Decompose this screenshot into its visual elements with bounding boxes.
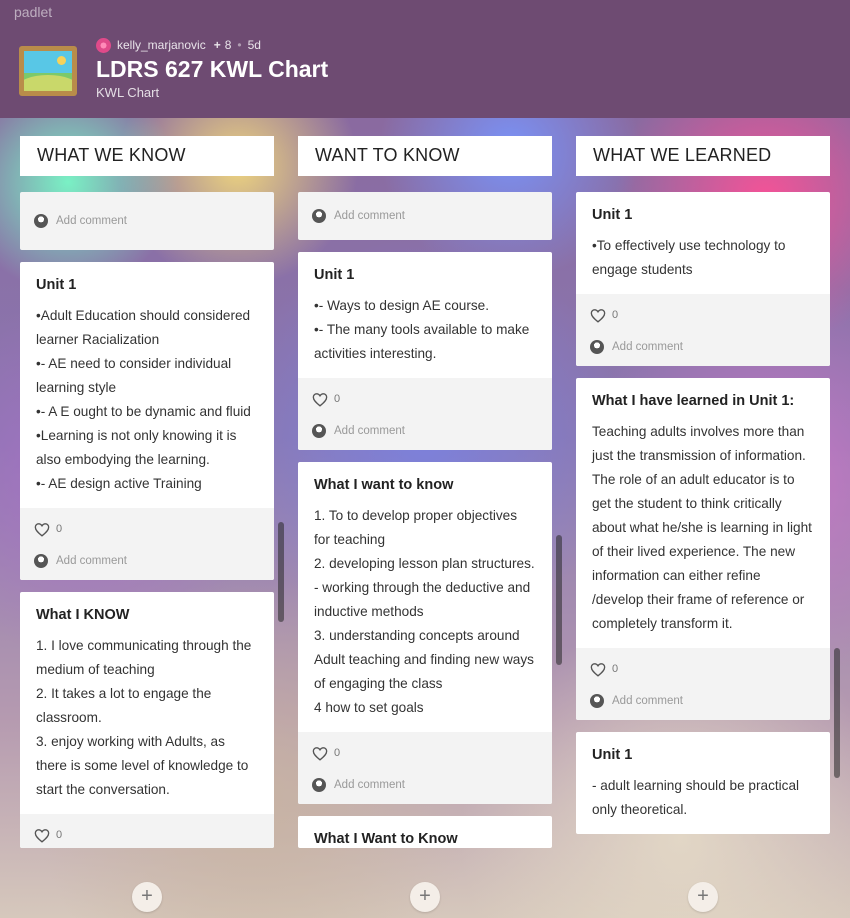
add-post-button[interactable]: + bbox=[132, 882, 162, 912]
post-footer: 0 Add comment bbox=[576, 294, 830, 366]
column-header-want[interactable]: WANT TO KNOW bbox=[298, 136, 552, 176]
post-body: - adult learning should be practical onl… bbox=[592, 778, 800, 817]
column-want-scrollbar[interactable] bbox=[556, 535, 562, 665]
add-comment-label[interactable]: Add comment bbox=[612, 695, 683, 707]
like-count: 0 bbox=[56, 829, 63, 841]
like-row: 0 bbox=[20, 814, 274, 848]
heart-icon[interactable] bbox=[34, 828, 50, 843]
add-comment-label[interactable]: Add comment bbox=[56, 215, 127, 227]
column-want: Add comment Unit 1 •- Ways to design AE … bbox=[298, 192, 552, 865]
post-body: •Adult Education should considered learn… bbox=[36, 308, 251, 491]
landscape-image-icon bbox=[24, 51, 72, 91]
user-avatar-icon bbox=[312, 778, 326, 792]
post-card[interactable]: Add comment bbox=[298, 192, 552, 240]
column-know-scrollbar[interactable] bbox=[278, 522, 284, 622]
post-title: What I KNOW bbox=[36, 607, 130, 623]
post-footer: Add comment bbox=[20, 192, 274, 250]
add-comment-row[interactable]: Add comment bbox=[576, 328, 830, 366]
like-row: 0 bbox=[298, 378, 552, 412]
column-learned-scrollbar[interactable] bbox=[834, 648, 840, 778]
padlet-logo[interactable]: padlet bbox=[14, 4, 52, 20]
sun-shape bbox=[57, 56, 66, 65]
like-count: 0 bbox=[334, 393, 341, 405]
column-know: Add comment Unit 1 •Adult Education shou… bbox=[20, 192, 274, 865]
heart-icon[interactable] bbox=[590, 662, 606, 677]
add-comment-label[interactable]: Add comment bbox=[334, 210, 405, 222]
padlet-header: padlet kelly_marjanovic + 8 • 5d LDRS 62… bbox=[0, 0, 850, 118]
author-avatar[interactable] bbox=[96, 37, 111, 53]
like-count: 0 bbox=[334, 747, 341, 759]
post-card[interactable]: What I Want to Know bbox=[298, 816, 552, 848]
padlet-thumbnail[interactable] bbox=[19, 46, 77, 96]
post-footer: Add comment bbox=[298, 192, 552, 240]
post-card[interactable]: What I want to know 1. To to develop pro… bbox=[298, 462, 552, 804]
like-row: 0 bbox=[576, 294, 830, 328]
post-body: 1. To to develop proper objectives for t… bbox=[314, 508, 535, 715]
post-footer: 0 Add comment bbox=[298, 378, 552, 450]
add-comment-label[interactable]: Add comment bbox=[334, 425, 405, 437]
like-row: 0 bbox=[298, 732, 552, 766]
post-body: •To effectively use technology to engage… bbox=[592, 238, 786, 277]
user-avatar-icon bbox=[590, 694, 604, 708]
meta-separator: • bbox=[237, 38, 242, 52]
like-count: 0 bbox=[612, 663, 619, 675]
post-footer: 0 Add comment bbox=[20, 508, 274, 580]
post-title: Unit 1 bbox=[592, 207, 633, 223]
post-body: Teaching adults involves more than just … bbox=[592, 424, 812, 631]
post-title: What I want to know bbox=[314, 477, 454, 493]
heart-icon[interactable] bbox=[34, 522, 50, 537]
add-comment-row[interactable]: Add comment bbox=[298, 192, 552, 240]
column-header-learned[interactable]: WHAT WE LEARNED bbox=[576, 136, 830, 176]
add-comment-row[interactable]: Add comment bbox=[298, 766, 552, 804]
author-name[interactable]: kelly_marjanovic bbox=[117, 38, 206, 52]
column-header-know[interactable]: WHAT WE KNOW bbox=[20, 136, 274, 176]
add-comment-row[interactable]: Add comment bbox=[20, 542, 274, 580]
heart-icon[interactable] bbox=[590, 308, 606, 323]
post-card[interactable]: Unit 1 •- Ways to design AE course. •- T… bbox=[298, 252, 552, 450]
post-footer: 0 bbox=[20, 814, 274, 848]
add-comment-row[interactable]: Add comment bbox=[20, 192, 274, 250]
post-body: 1. I love communicating through the medi… bbox=[36, 638, 252, 797]
hill-shape bbox=[24, 75, 72, 91]
post-card[interactable]: Unit 1 •Adult Education should considere… bbox=[20, 262, 274, 580]
post-card[interactable]: What I have learned in Unit 1: Teaching … bbox=[576, 378, 830, 720]
user-avatar-icon bbox=[590, 340, 604, 354]
padlet-subtitle: KWL Chart bbox=[96, 85, 160, 100]
user-avatar-icon bbox=[312, 209, 326, 223]
post-card[interactable]: Unit 1 •To effectively use technology to… bbox=[576, 192, 830, 366]
heart-icon[interactable] bbox=[312, 746, 328, 761]
post-card[interactable]: Add comment bbox=[20, 192, 274, 250]
padlet-age: 5d bbox=[247, 38, 261, 52]
column-learned: Unit 1 •To effectively use technology to… bbox=[576, 192, 830, 865]
post-title: Unit 1 bbox=[36, 277, 77, 293]
post-card[interactable]: What I KNOW 1. I love communicating thro… bbox=[20, 592, 274, 848]
padlet-meta: kelly_marjanovic + 8 • 5d bbox=[96, 37, 261, 53]
like-count: 0 bbox=[56, 523, 63, 535]
padlet-title: LDRS 627 KWL Chart bbox=[96, 56, 329, 82]
user-avatar-icon bbox=[34, 554, 48, 568]
post-footer: 0 Add comment bbox=[576, 648, 830, 720]
post-body: •- Ways to design AE course. •- The many… bbox=[314, 298, 530, 361]
post-title: What I Want to Know bbox=[314, 831, 458, 847]
contributors-plus: + bbox=[213, 38, 221, 52]
post-card[interactable]: Unit 1 - adult learning should be practi… bbox=[576, 732, 830, 834]
add-comment-label[interactable]: Add comment bbox=[56, 555, 127, 567]
like-row: 0 bbox=[20, 508, 274, 542]
add-post-button[interactable]: + bbox=[410, 882, 440, 912]
user-avatar-icon bbox=[312, 424, 326, 438]
post-title: Unit 1 bbox=[592, 747, 633, 763]
post-footer: 0 Add comment bbox=[298, 732, 552, 804]
add-comment-label[interactable]: Add comment bbox=[334, 779, 405, 791]
like-row: 0 bbox=[576, 648, 830, 682]
add-post-button[interactable]: + bbox=[688, 882, 718, 912]
user-avatar-icon bbox=[34, 214, 48, 228]
post-title: Unit 1 bbox=[314, 267, 355, 283]
add-comment-row[interactable]: Add comment bbox=[576, 682, 830, 720]
contributors-count: 8 bbox=[224, 38, 232, 52]
add-comment-row[interactable]: Add comment bbox=[298, 412, 552, 450]
heart-icon[interactable] bbox=[312, 392, 328, 407]
add-comment-label[interactable]: Add comment bbox=[612, 341, 683, 353]
like-count: 0 bbox=[612, 309, 619, 321]
post-title: What I have learned in Unit 1: bbox=[592, 393, 795, 409]
